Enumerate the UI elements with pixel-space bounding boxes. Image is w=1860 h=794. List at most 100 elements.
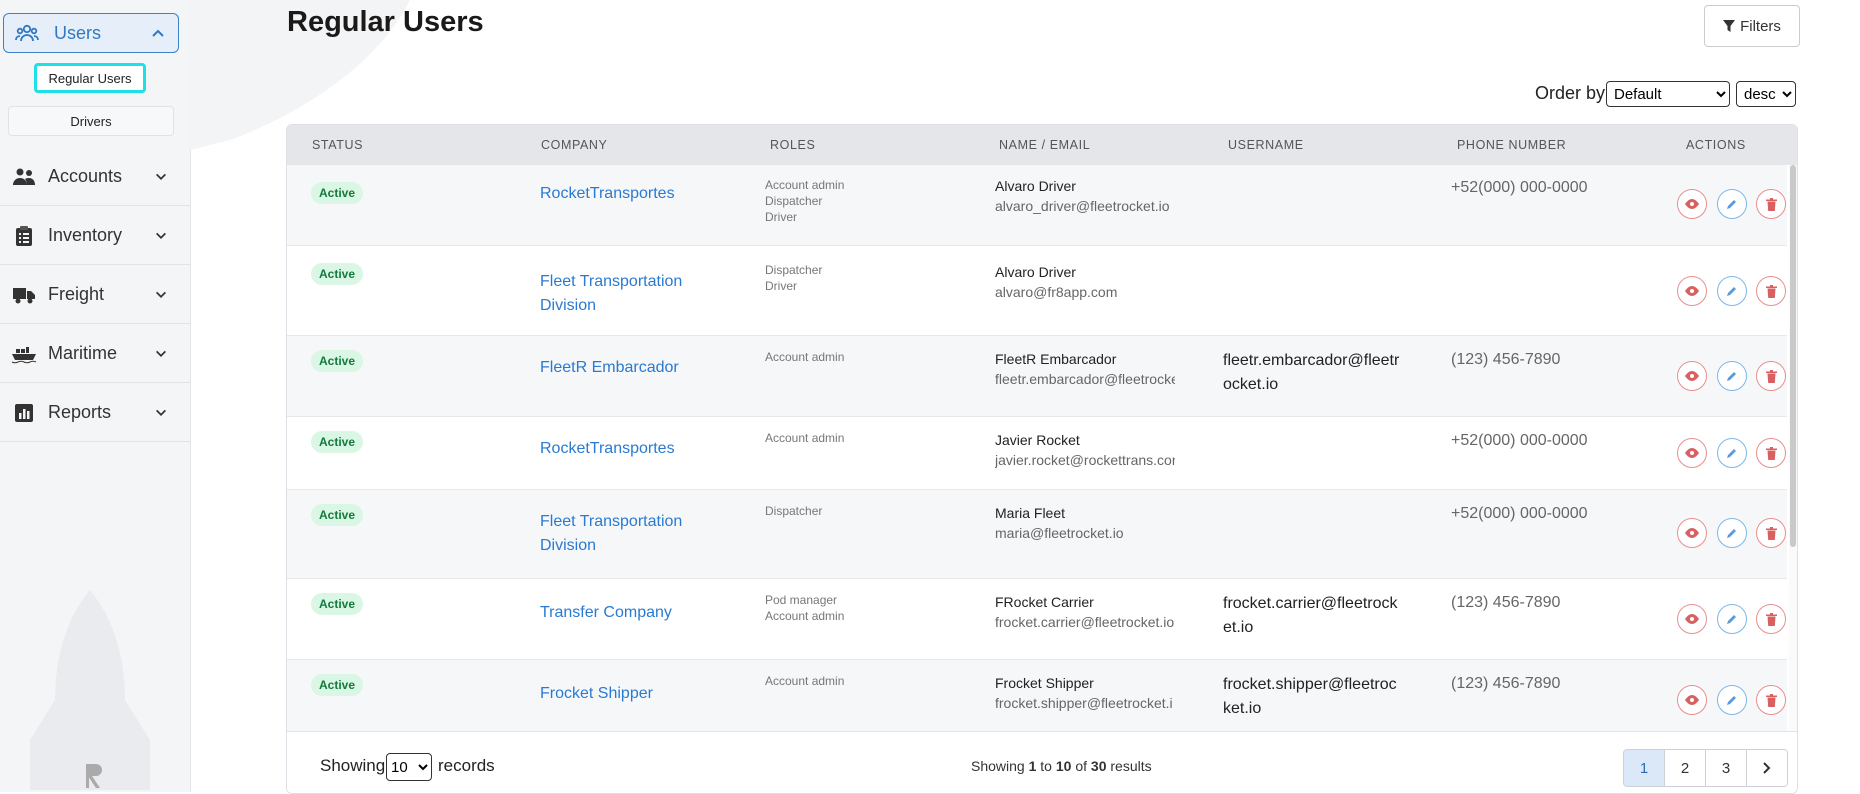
fleet-rocket-logo	[86, 764, 102, 788]
role-item: Account admin	[765, 350, 845, 364]
company-link[interactable]: RocketTransportes	[540, 437, 700, 461]
table-row: Active RocketTransportes Account admin J…	[287, 417, 1787, 490]
next-page-button[interactable]	[1747, 750, 1787, 786]
view-button[interactable]	[1677, 518, 1707, 548]
role-item: Dispatcher	[765, 504, 823, 518]
trash-icon	[1765, 693, 1777, 707]
eye-icon	[1685, 371, 1699, 381]
roles-list: Account admin	[765, 673, 925, 689]
pencil-icon	[1727, 200, 1736, 209]
page-1-button[interactable]: 1	[1624, 750, 1665, 786]
delete-button[interactable]	[1756, 685, 1786, 715]
delete-button[interactable]	[1756, 276, 1786, 306]
trash-icon	[1765, 526, 1777, 540]
edit-button[interactable]	[1717, 361, 1747, 391]
scrollbar-thumb[interactable]	[1790, 165, 1796, 547]
view-button[interactable]	[1677, 276, 1707, 306]
user-name: FRocket Carrier	[995, 594, 1094, 610]
user-name: FleetR Embarcador	[995, 351, 1117, 367]
chevron-down-icon	[154, 229, 168, 248]
table-row: Active Transfer Company Pod manager Acco…	[287, 579, 1787, 660]
chevron-down-icon	[154, 347, 168, 366]
user-name: Alvaro Driver	[995, 178, 1076, 194]
delete-button[interactable]	[1756, 604, 1786, 634]
column-header-roles: ROLES	[770, 138, 816, 152]
role-item: Dispatcher	[765, 263, 823, 277]
sidebar-item-users[interactable]: Users	[3, 13, 179, 53]
page-2-button[interactable]: 2	[1665, 750, 1706, 786]
status-badge: Active	[311, 350, 364, 372]
delete-button[interactable]	[1756, 361, 1786, 391]
edit-button[interactable]	[1717, 189, 1747, 219]
role-item: Account admin	[765, 431, 845, 445]
edit-button[interactable]	[1717, 518, 1747, 548]
table-scrollbar[interactable]	[1789, 165, 1797, 731]
username: frocket.carrier@fleetrocket.io	[1223, 595, 1398, 636]
showing-label: Showing:	[320, 756, 390, 775]
sidebar-item-accounts[interactable]: Accounts	[0, 148, 190, 206]
sidebar-subitem-regular-users[interactable]: Regular Users	[34, 63, 146, 93]
sidebar: Users Regular Users Drivers Accounts Inv…	[0, 0, 191, 792]
order-by-select[interactable]: Default	[1606, 81, 1730, 107]
edit-button[interactable]	[1717, 438, 1747, 468]
results-summary: Showing 1 to 10 of 30 results	[971, 758, 1152, 774]
page-3-button[interactable]: 3	[1706, 750, 1747, 786]
delete-button[interactable]	[1756, 438, 1786, 468]
status-badge: Active	[311, 674, 364, 696]
pencil-icon	[1727, 696, 1736, 705]
trash-icon	[1765, 369, 1777, 383]
order-direction-select[interactable]: desc	[1736, 81, 1796, 107]
sidebar-item-inventory[interactable]: Inventory	[0, 207, 190, 265]
truck-icon	[11, 284, 37, 306]
delete-button[interactable]	[1756, 518, 1786, 548]
eye-icon	[1685, 448, 1699, 458]
records-per-page-select[interactable]: 10	[386, 753, 432, 781]
roles-list: Dispatcher Driver	[765, 262, 925, 294]
company-link[interactable]: Fleet Transportation Division	[540, 270, 700, 318]
chevron-up-icon	[150, 25, 166, 46]
view-button[interactable]	[1677, 438, 1707, 468]
table-row: Active RocketTransportes Account admin D…	[287, 165, 1787, 246]
user-email: alvaro_driver@fleetrocket.io	[995, 198, 1170, 214]
sidebar-item-reports-label: Reports	[48, 402, 112, 422]
status-badge: Active	[311, 593, 364, 615]
company-link[interactable]: RocketTransportes	[540, 182, 700, 206]
users-icon	[14, 22, 40, 44]
company-link[interactable]: Fleet Transportation Division	[540, 510, 700, 558]
table-row: Active Frocket Shipper Account admin Fro…	[287, 660, 1787, 731]
pencil-icon	[1727, 615, 1736, 624]
edit-button[interactable]	[1717, 604, 1747, 634]
edit-button[interactable]	[1717, 276, 1747, 306]
pencil-icon	[1727, 449, 1736, 458]
sidebar-item-reports[interactable]: Reports	[0, 384, 190, 442]
view-button[interactable]	[1677, 361, 1707, 391]
company-link[interactable]: Transfer Company	[540, 601, 700, 625]
role-item: Dispatcher	[765, 194, 823, 208]
role-item: Pod manager	[765, 593, 838, 607]
view-button[interactable]	[1677, 189, 1707, 219]
chevron-down-icon	[154, 288, 168, 307]
table-row: Active Fleet Transportation Division Dis…	[287, 490, 1787, 579]
users-table: STATUS COMPANY ROLES NAME / EMAIL USERNA…	[286, 124, 1798, 794]
view-button[interactable]	[1677, 604, 1707, 634]
sidebar-subitem-drivers[interactable]: Drivers	[8, 106, 174, 136]
rocket-watermark-icon	[30, 590, 150, 790]
filter-icon	[1723, 20, 1736, 32]
company-link[interactable]: Frocket Shipper	[540, 682, 700, 706]
role-item: Driver	[765, 210, 797, 224]
edit-button[interactable]	[1717, 685, 1747, 715]
company-link[interactable]: FleetR Embarcador	[540, 356, 700, 380]
chevron-down-icon	[154, 170, 168, 189]
table-header: STATUS COMPANY ROLES NAME / EMAIL USERNA…	[287, 125, 1797, 165]
filters-label: Filters	[1740, 17, 1781, 35]
phone-number: (123) 456-7890	[1451, 675, 1561, 692]
filters-button[interactable]: Filters	[1704, 5, 1800, 47]
delete-button[interactable]	[1756, 189, 1786, 219]
phone-number: +52(000) 000-0000	[1451, 505, 1588, 522]
phone-number: +52(000) 000-0000	[1451, 179, 1588, 196]
username: frocket.shipper@fleetrocket.io	[1223, 676, 1397, 717]
sidebar-item-freight[interactable]: Freight	[0, 266, 190, 324]
view-button[interactable]	[1677, 685, 1707, 715]
trash-icon	[1765, 446, 1777, 460]
sidebar-item-maritime[interactable]: Maritime	[0, 325, 190, 383]
